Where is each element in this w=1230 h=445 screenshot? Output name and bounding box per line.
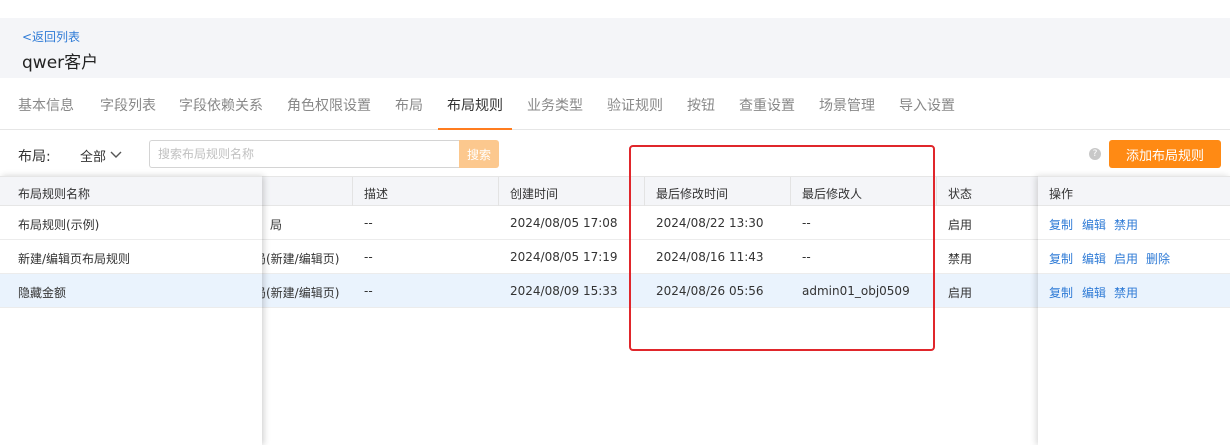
layout-filter-label: 布局: [18, 149, 51, 165]
layout-cell: 局 [270, 218, 283, 232]
created-cell: 2024/08/05 17:08 [510, 216, 618, 230]
column-divider [936, 177, 937, 207]
tab-bar: 基本信息 字段列表 字段依赖关系 角色权限设置 布局 布局规则 业务类型 验证规… [0, 86, 1230, 130]
description-cell: -- [364, 284, 373, 298]
tab-layout-rules[interactable]: 布局规则 [438, 96, 512, 130]
column-header-modified: 最后修改时间 [656, 187, 729, 201]
search-input[interactable] [149, 140, 459, 168]
fixed-name-column: 布局规则名称 布局规则(示例) 新建/编辑页布局规则 隐藏金额 [0, 176, 262, 445]
table-header: 操作 [1038, 176, 1230, 206]
column-divider [790, 177, 791, 207]
created-cell: 2024/08/05 17:19 [510, 250, 618, 264]
chevron-down-icon[interactable] [108, 146, 124, 165]
status-cell: 禁用 [948, 252, 973, 266]
page-title: qwer客户 [22, 53, 99, 73]
modifier-cell: admin01_obj0509 [802, 284, 910, 298]
edit-link[interactable]: 编辑 [1082, 284, 1106, 301]
column-header-status: 状态 [948, 187, 973, 201]
enable-link[interactable]: 启用 [1114, 250, 1138, 267]
edit-link[interactable]: 编辑 [1082, 250, 1106, 267]
layout-cell: 局(新建/编辑页) [254, 252, 340, 266]
status-cell: 启用 [948, 286, 973, 300]
layout-filter-select[interactable]: 全部 [80, 146, 106, 165]
delete-link[interactable]: 删除 [1146, 250, 1170, 267]
copy-link[interactable]: 复制 [1049, 250, 1073, 267]
table-header: 布局规则名称 [0, 176, 262, 206]
tab-duplicate-check[interactable]: 查重设置 [739, 96, 795, 130]
actions-row: 复制 编辑 禁用 [1038, 274, 1230, 308]
modified-cell: 2024/08/22 13:30 [656, 216, 764, 230]
disable-link[interactable]: 禁用 [1114, 284, 1138, 301]
column-header-description: 描述 [364, 187, 389, 201]
search-button[interactable]: 搜索 [459, 140, 499, 168]
tab-validation-rules[interactable]: 验证规则 [607, 96, 663, 130]
edit-link[interactable]: 编辑 [1082, 216, 1106, 233]
column-header-actions: 操作 [1049, 187, 1074, 201]
actions-row: 复制 编辑 启用 删除 [1038, 240, 1230, 274]
copy-link[interactable]: 复制 [1049, 216, 1073, 233]
column-header-name: 布局规则名称 [18, 187, 91, 201]
tab-import-settings[interactable]: 导入设置 [899, 96, 955, 130]
copy-link[interactable]: 复制 [1049, 284, 1073, 301]
tab-scene-management[interactable]: 场景管理 [819, 96, 875, 130]
tab-basic-info[interactable]: 基本信息 [18, 96, 74, 130]
status-cell: 启用 [948, 218, 973, 232]
rule-name-cell: 布局规则(示例) [18, 218, 100, 232]
modified-cell: 2024/08/26 05:56 [656, 284, 764, 298]
layout-rules-table: 描述 创建时间 最后修改时间 最后修改人 状态 局 -- 2024/08/05 … [0, 176, 1230, 445]
description-cell: -- [364, 216, 373, 230]
column-header-created: 创建时间 [510, 187, 559, 201]
tab-layout[interactable]: 布局 [395, 96, 423, 130]
rule-name-cell: 隐藏金额 [18, 286, 67, 300]
help-icon[interactable]: ? [1089, 148, 1101, 160]
name-cell-row[interactable]: 隐藏金额 [0, 274, 262, 308]
created-cell: 2024/08/09 15:33 [510, 284, 618, 298]
modifier-cell: -- [802, 250, 811, 264]
tab-field-dependency[interactable]: 字段依赖关系 [179, 96, 263, 130]
tab-buttons[interactable]: 按钮 [687, 96, 715, 130]
disable-link[interactable]: 禁用 [1114, 216, 1138, 233]
name-cell-row[interactable]: 布局规则(示例) [0, 206, 262, 240]
layout-cell: 局(新建/编辑页) [254, 286, 340, 300]
modified-cell: 2024/08/16 11:43 [656, 250, 764, 264]
back-to-list-link[interactable]: <返回列表 [22, 28, 80, 45]
page-header: <返回列表 qwer客户 [0, 18, 1230, 78]
column-header-modifier: 最后修改人 [802, 187, 863, 201]
tab-role-permissions[interactable]: 角色权限设置 [287, 96, 371, 130]
name-cell-row[interactable]: 新建/编辑页布局规则 [0, 240, 262, 274]
modifier-cell: -- [802, 216, 811, 230]
column-divider [644, 177, 645, 207]
fixed-actions-column: 操作 复制 编辑 禁用 复制 编辑 启用 删除 复制 编辑 禁用 [1038, 176, 1230, 445]
add-layout-rule-button[interactable]: 添加布局规则 [1109, 140, 1221, 168]
column-divider [498, 177, 499, 207]
column-divider [352, 177, 353, 207]
description-cell: -- [364, 250, 373, 264]
tab-field-list[interactable]: 字段列表 [100, 96, 156, 130]
rule-name-cell: 新建/编辑页布局规则 [18, 252, 131, 266]
tab-business-type[interactable]: 业务类型 [527, 96, 583, 130]
actions-row: 复制 编辑 禁用 [1038, 206, 1230, 240]
